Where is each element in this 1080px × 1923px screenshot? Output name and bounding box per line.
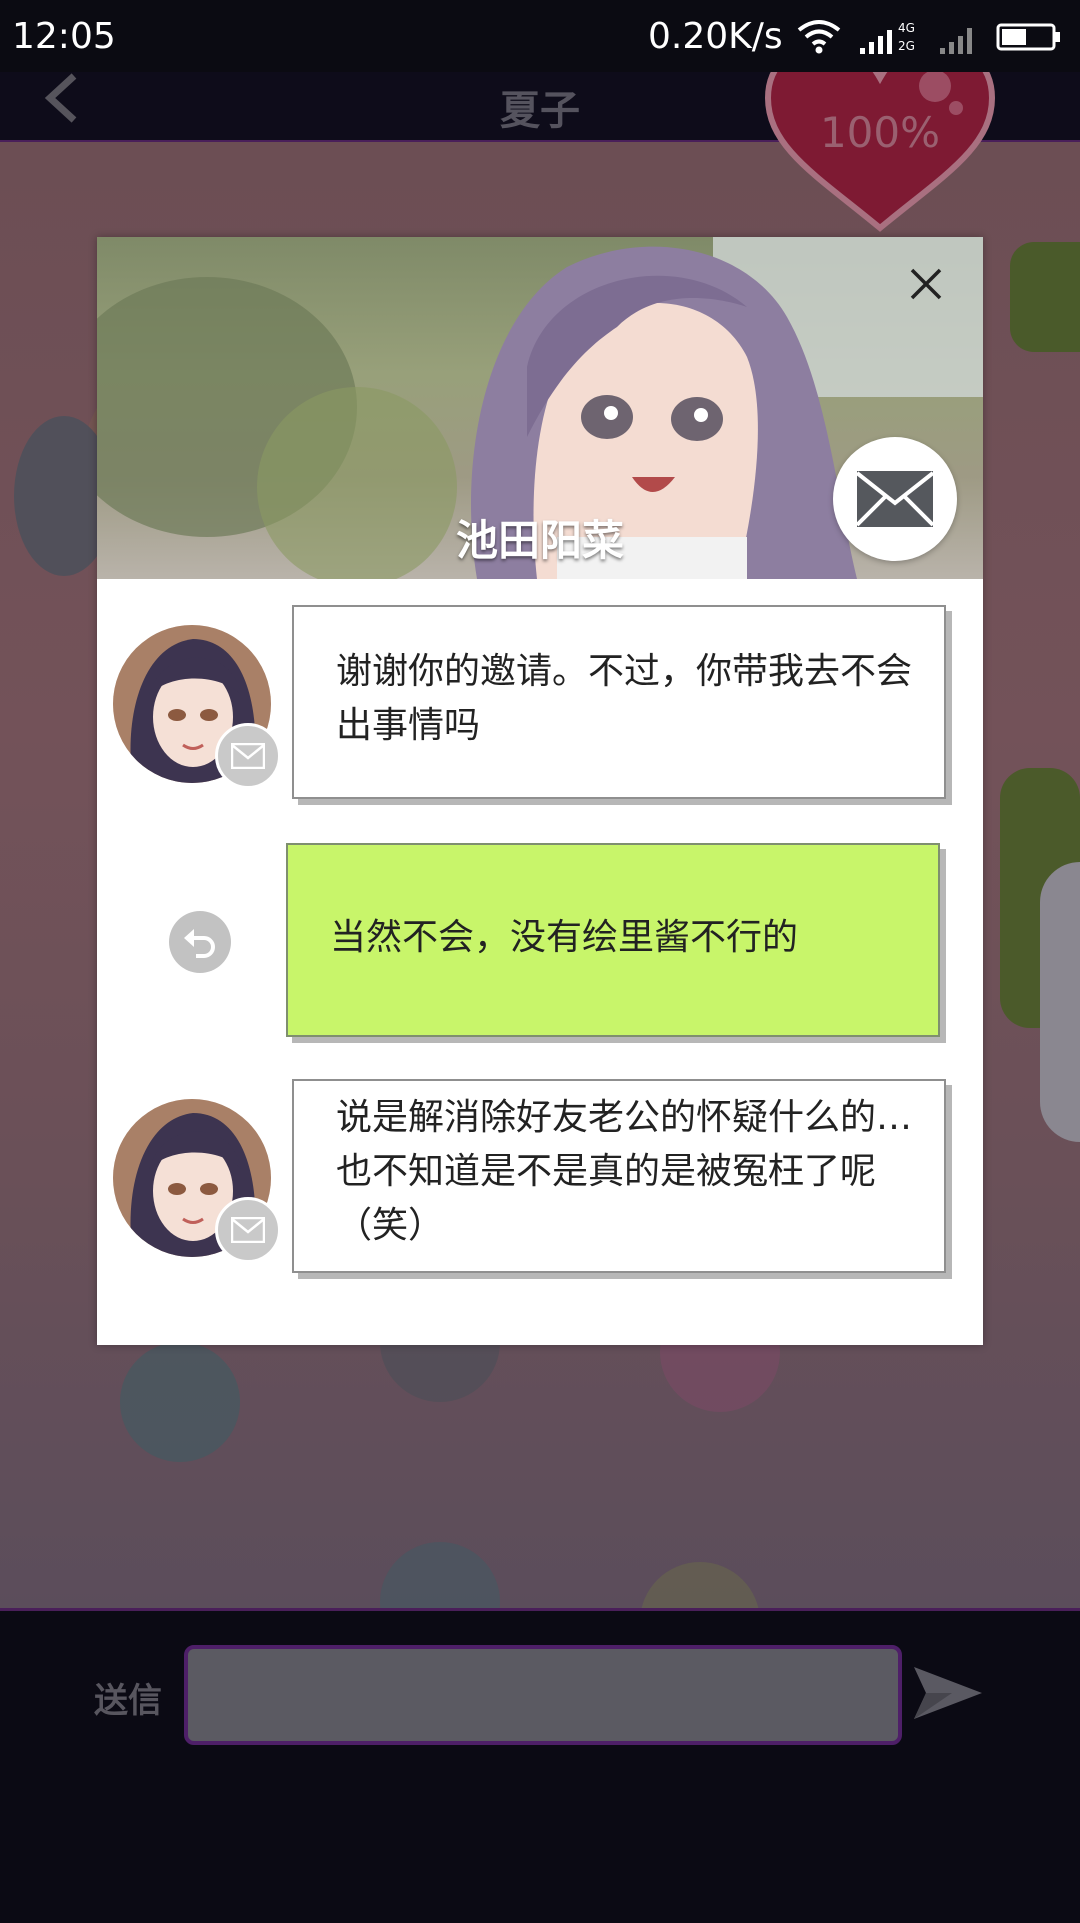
status-bar: 12:05 0.20K/s 4G 2G	[0, 0, 1080, 72]
mail-badge	[215, 1197, 281, 1263]
battery-icon	[996, 23, 1060, 51]
send-icon[interactable]	[912, 1663, 984, 1723]
message-row: 说是解消除好友老公的怀疑什么的…也不知道是不是真的是被冤枉了呢（笑）	[97, 1079, 983, 1279]
close-icon[interactable]	[909, 267, 943, 301]
reply-icon	[184, 929, 215, 958]
mail-badge	[215, 723, 281, 789]
character-name: 池田阳菜	[455, 516, 624, 565]
affection-percent: 100%	[819, 108, 941, 157]
player-bubble: 当然不会，没有绘里酱不行的	[286, 843, 940, 1037]
message-input[interactable]	[184, 1645, 902, 1745]
message-dialog: 池田阳菜 谢谢你的邀请。不过，你带我去不会出事情吗 当然不会，没有绘里酱不行的 …	[97, 237, 983, 1345]
signal-2g-icon	[940, 28, 972, 54]
message-text: 说是解消除好友老公的怀疑什么的…也不知道是不是真的是被冤枉了呢（笑）	[336, 1097, 913, 1246]
mail-icon	[231, 743, 265, 769]
message-bubble: 谢谢你的邀请。不过，你带我去不会出事情吗	[292, 605, 946, 799]
input-bar: 送信	[0, 1608, 1080, 1923]
mail-icon	[231, 1217, 265, 1243]
wifi-icon	[797, 20, 841, 54]
chat-bubble	[1010, 242, 1080, 352]
status-time: 12:05	[12, 16, 116, 57]
svg-text:4G: 4G	[898, 21, 915, 35]
net-speed: 0.20K/s	[648, 16, 783, 57]
message-text: 当然不会，没有绘里酱不行的	[330, 917, 799, 958]
message-row: 谢谢你的邀请。不过，你带我去不会出事情吗	[97, 605, 983, 805]
message-row: 当然不会，没有绘里酱不行的	[97, 843, 983, 1043]
message-text: 谢谢你的邀请。不过，你带我去不会出事情吗	[336, 651, 913, 746]
side-handle[interactable]	[1040, 862, 1080, 1142]
signal-4g-icon: 4G 2G	[860, 21, 915, 54]
character-banner: 池田阳菜	[97, 237, 983, 579]
svg-text:2G: 2G	[898, 39, 915, 53]
reply-button[interactable]	[169, 911, 231, 973]
send-label: 送信	[94, 1681, 162, 1721]
message-bubble: 说是解消除好友老公的怀疑什么的…也不知道是不是真的是被冤枉了呢（笑）	[292, 1079, 946, 1273]
